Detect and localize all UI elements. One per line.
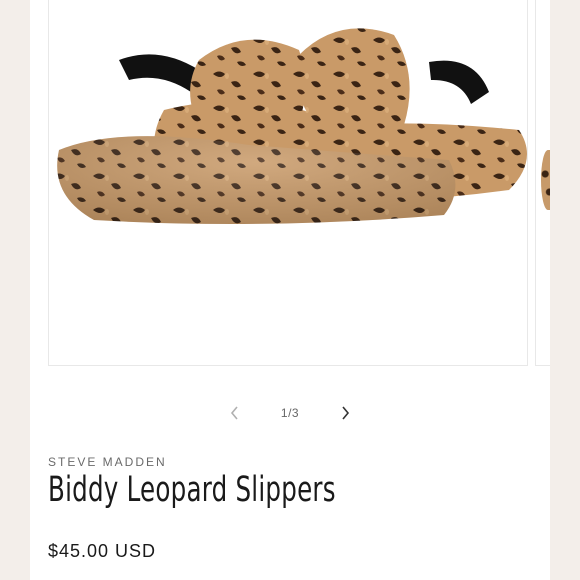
previous-slide-button[interactable] — [220, 398, 250, 428]
product-image-frame[interactable] — [48, 0, 528, 366]
next-image-thumbnail — [541, 150, 550, 210]
slide-counter: 1/3 — [280, 406, 300, 420]
product-title: Biddy Leopard Slippers — [48, 470, 336, 510]
chevron-left-icon — [230, 406, 238, 420]
product-vendor: STEVE MADDEN — [48, 455, 167, 469]
next-image-preview[interactable] — [535, 0, 550, 366]
next-slide-button[interactable] — [330, 398, 360, 428]
product-image — [57, 28, 527, 224]
chevron-right-icon — [342, 406, 350, 420]
product-page: 1/3 STEVE MADDEN Biddy Leopard Slippers … — [30, 0, 550, 580]
slider-controls: 1/3 — [220, 398, 360, 428]
product-price: $45.00 USD — [48, 541, 157, 561]
